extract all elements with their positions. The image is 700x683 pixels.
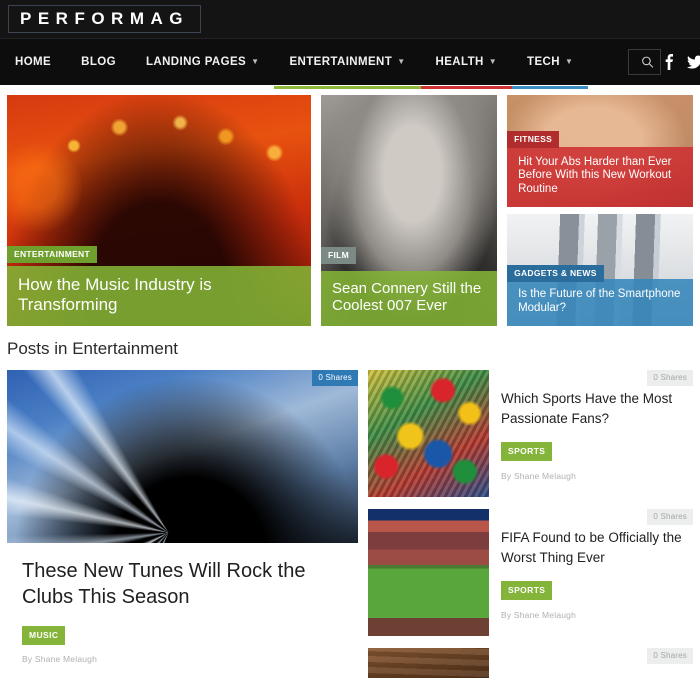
site-header: PERFORMAG [0,0,700,38]
chevron-down-icon: ▼ [397,57,406,66]
nav-accent-bar [512,85,589,89]
shares-badge[interactable]: 0 Shares [647,370,693,386]
featured-post-meta: MUSIC [7,611,358,645]
hero-side-overlay-fitness: Hit Your Abs Harder than Ever Before Wit… [507,146,693,207]
hero-featured-card[interactable]: ENTERTAINMENT How the Music Industry is … [7,95,311,326]
shares-badge[interactable]: 0 Shares [312,370,358,386]
hero-side-card-fitness[interactable]: FITNESS Hit Your Abs Harder than Ever Be… [507,95,693,207]
hero-side-card-gadgets[interactable]: GADGETS & NEWS Is the Future of the Smar… [507,214,693,326]
nav-item-tech[interactable]: TECH ▼ [512,39,589,89]
post-tag[interactable]: SPORTS [501,442,553,462]
side-post-column: 0 Shares Which Sports Have the Most Pass… [368,370,693,683]
side-post-body: 0 Shares [501,648,693,678]
side-post-thumbnail[interactable] [368,648,489,678]
search-box[interactable] [628,49,662,75]
nav-list: HOME BLOG LANDING PAGES ▼ ENTERTAINMENT … [0,39,589,89]
nav-item-label: HEALTH [435,56,484,68]
hero-featured-overlay: How the Music Industry is Transforming [7,266,311,326]
hero-secondary-title: Sean Connery Still the Coolest 007 Ever [331,279,482,315]
list-item[interactable]: 0 Shares FIFA Found to be Officially the… [368,509,693,636]
nav-item-label: BLOG [81,56,116,68]
side-post-title[interactable]: Which Sports Have the Most Passionate Fa… [501,389,693,428]
nav-item-label: LANDING PAGES [145,56,247,68]
side-post-image [368,648,489,678]
site-logo[interactable]: PERFORMAG [8,5,201,33]
nav-accent-bar [420,85,513,89]
nav-item-home[interactable]: HOME [0,39,66,86]
category-badge[interactable]: FILM [320,247,357,264]
nav-item-health[interactable]: HEALTH ▼ [420,39,513,89]
facebook-icon[interactable] [661,54,677,70]
list-item[interactable]: 0 Shares [368,648,693,678]
hero-section: ENTERTAINMENT How the Music Industry is … [0,85,700,326]
side-post-tag-row: SPORTS [501,441,693,462]
side-post-body: 0 Shares FIFA Found to be Officially the… [501,509,693,636]
section-heading: Posts in Entertainment [7,339,179,358]
nav-item-entertainment[interactable]: ENTERTAINMENT ▼ [274,39,421,89]
nav-item-label: HOME [15,56,52,68]
side-post-byline: By Shane Melaugh [501,610,577,621]
search-input[interactable] [629,50,661,74]
side-post-thumbnail[interactable] [368,370,489,497]
posts-area: 0 Shares These New Tunes Will Rock the C… [0,370,700,683]
hero-side-title-gadgets: Is the Future of the Smartphone Modular? [518,288,681,314]
featured-post-byline: By Shane Melaugh [22,653,98,664]
nav-accent-bar [274,85,421,89]
hero-side-title-fitness: Hit Your Abs Harder than Ever Before Wit… [518,155,672,195]
chevron-down-icon: ▼ [488,57,498,66]
shares-badge[interactable]: 0 Shares [647,648,693,664]
post-tag[interactable]: MUSIC [22,625,66,645]
hero-side-overlay-gadgets: Is the Future of the Smartphone Modular? [507,279,693,326]
main-navigation: HOME BLOG LANDING PAGES ▼ ENTERTAINMENT … [0,38,700,89]
side-post-image [368,509,489,636]
category-badge[interactable]: ENTERTAINMENT [7,246,97,263]
shares-badge[interactable]: 0 Shares [647,509,693,525]
side-post-body: 0 Shares Which Sports Have the Most Pass… [501,370,693,497]
chevron-down-icon: ▼ [564,57,574,66]
post-tag[interactable]: SPORTS [501,581,553,601]
list-item[interactable]: 0 Shares Which Sports Have the Most Pass… [368,370,693,497]
site-logo-text: PERFORMAG [20,9,189,28]
featured-post-thumbnail[interactable]: 0 Shares [7,370,358,543]
featured-post[interactable]: 0 Shares These New Tunes Will Rock the C… [7,370,358,664]
category-badge[interactable]: GADGETS & NEWS [507,265,604,282]
hero-secondary-overlay: Sean Connery Still the Coolest 007 Ever [320,270,498,326]
side-post-title[interactable]: FIFA Found to be Officially the Worst Th… [501,528,693,567]
side-post-image [368,370,489,497]
side-post-tag-row: SPORTS [501,580,693,601]
featured-post-title[interactable]: These New Tunes Will Rock the Clubs This… [7,543,358,611]
nav-item-blog[interactable]: BLOG [66,39,131,86]
chevron-down-icon: ▼ [251,57,260,66]
nav-item-label: TECH [527,56,560,68]
category-badge[interactable]: FITNESS [507,131,560,148]
featured-post-image [7,370,358,543]
main-post-column: 0 Shares These New Tunes Will Rock the C… [7,370,358,683]
nav-item-landing-pages[interactable]: LANDING PAGES ▼ [131,39,275,86]
side-post-byline: By Shane Melaugh [501,471,577,482]
hero-secondary-card[interactable]: FILM Sean Connery Still the Coolest 007 … [320,95,498,326]
social-links [661,54,700,70]
nav-item-label: ENTERTAINMENT [289,56,393,68]
side-post-thumbnail[interactable] [368,509,489,636]
twitter-icon[interactable] [687,54,700,70]
hero-featured-title: How the Music Industry is Transforming [18,275,212,315]
hero-side-column: FITNESS Hit Your Abs Harder than Ever Be… [507,95,693,326]
